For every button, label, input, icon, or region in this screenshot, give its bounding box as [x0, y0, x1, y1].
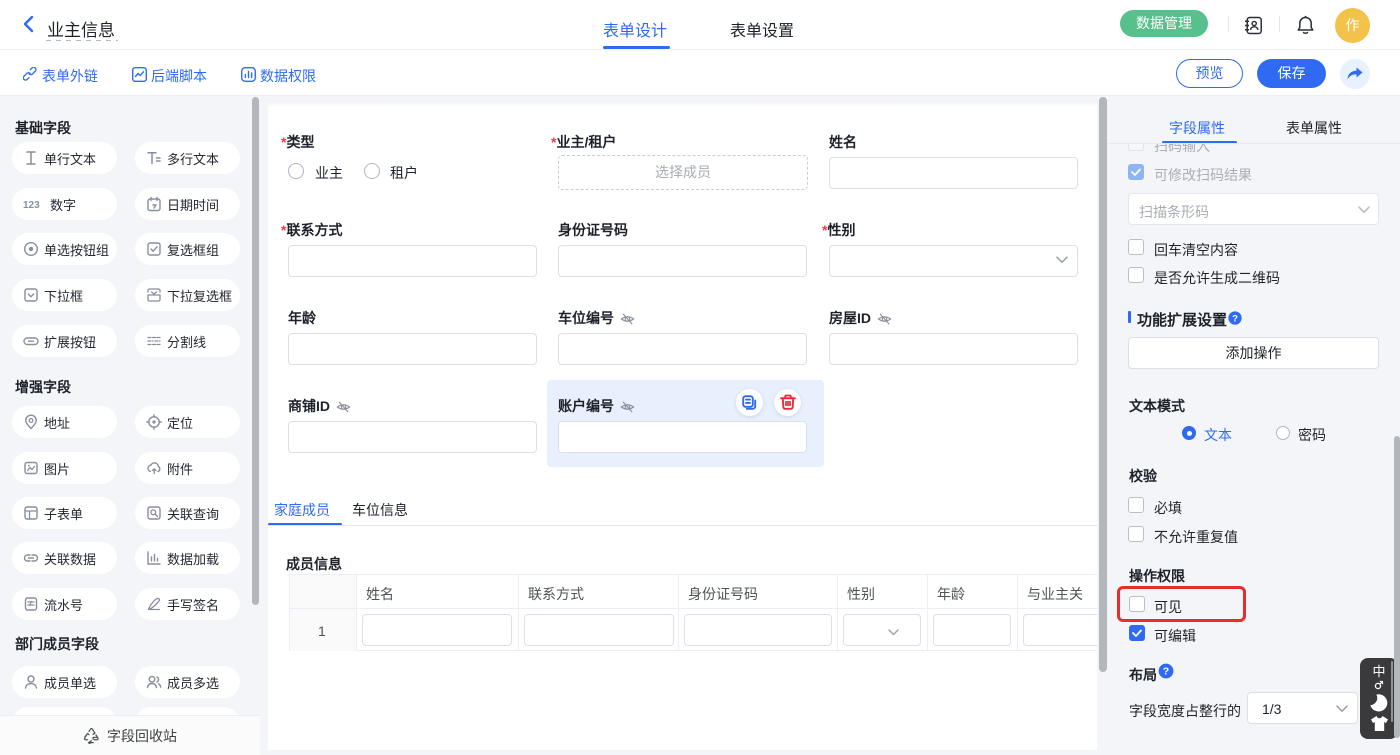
- svg-text:123: 123: [23, 200, 40, 211]
- svg-text:?: ?: [1163, 666, 1169, 678]
- svg-text:?: ?: [1232, 313, 1238, 324]
